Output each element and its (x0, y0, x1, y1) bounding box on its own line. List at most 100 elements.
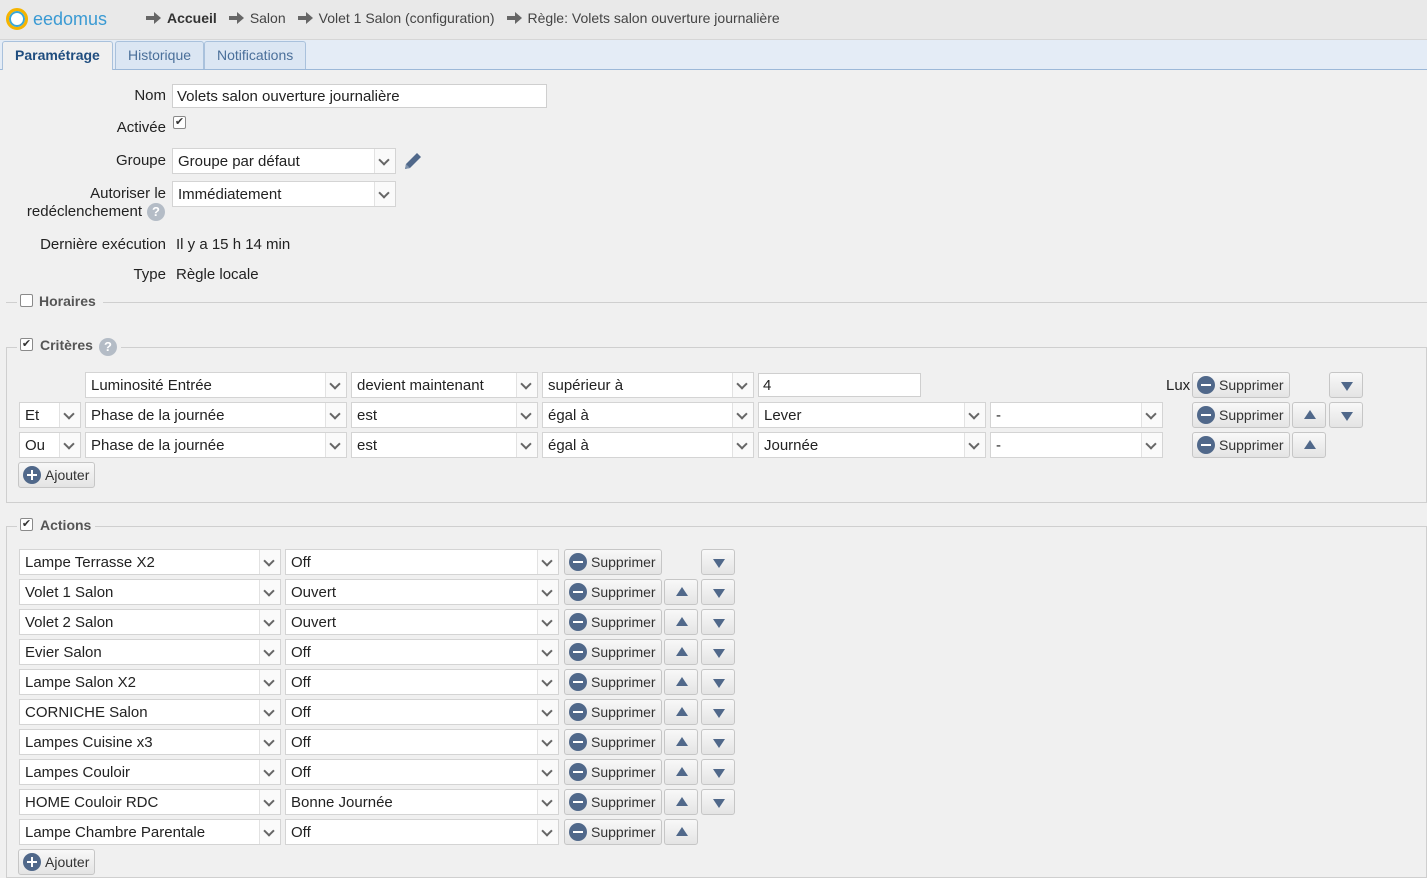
autoriser-select[interactable]: Immédiatement (172, 181, 396, 207)
move-up-button[interactable] (1292, 402, 1326, 428)
supprimer-button[interactable]: Supprimer (1192, 372, 1290, 398)
move-down-button[interactable] (1329, 372, 1363, 398)
criteria-extra-select[interactable]: - (990, 402, 1163, 428)
action-value-select[interactable]: Off (285, 639, 559, 665)
move-down-button[interactable] (701, 609, 735, 635)
criteria-operator-select[interactable]: égal à (542, 432, 754, 458)
tab-historique[interactable]: Historique (115, 41, 205, 69)
chevron-down-icon (374, 182, 395, 206)
criteria-verb-select[interactable]: devient maintenant (351, 372, 538, 398)
move-up-button[interactable] (664, 729, 698, 755)
criteria-operator-select[interactable]: supérieur à (542, 372, 754, 398)
ajouter-action-button[interactable]: Ajouter (18, 849, 95, 875)
supprimer-button[interactable]: Supprimer (1192, 402, 1290, 428)
horaires-legend: Horaires (39, 293, 96, 309)
supprimer-button[interactable]: Supprimer (564, 789, 662, 815)
move-down-button[interactable] (701, 759, 735, 785)
supprimer-button[interactable]: Supprimer (1192, 432, 1290, 458)
criteria-value-input[interactable] (758, 373, 921, 397)
ajouter-critere-button[interactable]: Ajouter (18, 462, 95, 488)
minus-icon (569, 733, 587, 751)
supprimer-button[interactable]: Supprimer (564, 819, 662, 845)
move-down-button[interactable] (701, 699, 735, 725)
move-up-button[interactable] (664, 789, 698, 815)
supprimer-button[interactable]: Supprimer (564, 579, 662, 605)
tab-notifications[interactable]: Notifications (204, 41, 307, 69)
supprimer-button[interactable]: Supprimer (564, 699, 662, 725)
criteria-device-select[interactable]: Luminosité Entrée (85, 372, 347, 398)
move-down-button[interactable] (701, 639, 735, 665)
move-down-button[interactable] (701, 669, 735, 695)
supprimer-button[interactable]: Supprimer (564, 549, 662, 575)
criteria-operator-select[interactable]: égal à (542, 402, 754, 428)
criteria-conj-select[interactable]: Et (19, 402, 81, 428)
criteria-value-select[interactable]: Journée (758, 432, 986, 458)
action-device-select[interactable]: CORNICHE Salon (19, 699, 281, 725)
groupe-select[interactable]: Groupe par défaut (172, 148, 396, 174)
actions-checkbox[interactable]: ✔ (20, 518, 33, 531)
move-up-button[interactable] (664, 579, 698, 605)
action-value-select[interactable]: Off (285, 669, 559, 695)
move-up-button[interactable] (664, 759, 698, 785)
action-device-select[interactable]: Lampes Cuisine x3 (19, 729, 281, 755)
breadcrumb-item-salon[interactable]: Salon (228, 10, 286, 26)
action-device-select[interactable]: Lampe Chambre Parentale (19, 819, 281, 845)
edit-pencil-icon[interactable] (402, 150, 424, 172)
move-up-button[interactable] (664, 639, 698, 665)
criteria-device-select[interactable]: Phase de la journée (85, 432, 347, 458)
supprimer-button[interactable]: Supprimer (564, 639, 662, 665)
breadcrumb-item-accueil[interactable]: Accueil (146, 10, 217, 26)
supprimer-button[interactable]: Supprimer (564, 759, 662, 785)
breadcrumb-item-device[interactable]: Volet 1 Salon (configuration) (297, 10, 495, 26)
criteria-conj-select[interactable]: Ou (19, 432, 81, 458)
criteria-extra-select[interactable]: - (990, 432, 1163, 458)
move-down-button[interactable] (1329, 402, 1363, 428)
move-up-button[interactable] (664, 699, 698, 725)
move-down-button[interactable] (701, 549, 735, 575)
action-value-select[interactable]: Ouvert (285, 579, 559, 605)
tab-parametrage[interactable]: Paramétrage (2, 41, 113, 70)
move-up-button[interactable] (664, 669, 698, 695)
type-value: Règle locale (176, 266, 259, 283)
action-device-select[interactable]: Volet 1 Salon (19, 579, 281, 605)
action-value-select[interactable]: Off (285, 819, 559, 845)
supprimer-button[interactable]: Supprimer (564, 609, 662, 635)
action-value-select[interactable]: Off (285, 699, 559, 725)
action-value-select[interactable]: Off (285, 549, 559, 575)
chevron-down-icon (732, 433, 753, 457)
horaires-divider (6, 302, 1427, 303)
supprimer-button[interactable]: Supprimer (564, 669, 662, 695)
help-icon[interactable]: ? (147, 203, 165, 221)
criteria-value-select[interactable]: Lever (758, 402, 986, 428)
move-down-button[interactable] (701, 729, 735, 755)
action-device-select[interactable]: Volet 2 Salon (19, 609, 281, 635)
eedomus-logo[interactable]: eedomus (6, 6, 107, 32)
criteria-verb-select[interactable]: est (351, 432, 538, 458)
move-up-button[interactable] (664, 609, 698, 635)
criteres-help-icon[interactable]: ? (99, 338, 117, 356)
action-device-select[interactable]: Lampes Couloir (19, 759, 281, 785)
action-value-select[interactable]: Off (285, 729, 559, 755)
action-device-select[interactable]: Evier Salon (19, 639, 281, 665)
action-value-select[interactable]: Ouvert (285, 609, 559, 635)
move-up-button[interactable] (1292, 432, 1326, 458)
criteres-checkbox[interactable]: ✔ (20, 338, 33, 351)
chevron-down-icon (537, 580, 558, 604)
move-down-button[interactable] (701, 789, 735, 815)
supprimer-button[interactable]: Supprimer (564, 729, 662, 755)
action-device-select[interactable]: Lampe Salon X2 (19, 669, 281, 695)
chevron-down-icon (537, 820, 558, 844)
horaires-checkbox[interactable] (20, 294, 33, 307)
move-up-button[interactable] (664, 819, 698, 845)
action-device-select[interactable]: HOME Couloir RDC (19, 789, 281, 815)
criteria-verb-select[interactable]: est (351, 402, 538, 428)
action-value-select[interactable]: Off (285, 759, 559, 785)
activee-checkbox[interactable]: ✔ (173, 116, 186, 129)
nom-input[interactable] (172, 84, 547, 108)
criteria-device-select[interactable]: Phase de la journée (85, 402, 347, 428)
action-device-select[interactable]: Lampe Terrasse X2 (19, 549, 281, 575)
breadcrumb-item-rule: Règle: Volets salon ouverture journalièr… (506, 10, 780, 26)
move-down-button[interactable] (701, 579, 735, 605)
derniere-execution-value: Il y a 15 h 14 min (176, 236, 291, 253)
action-value-select[interactable]: Bonne Journée (285, 789, 559, 815)
